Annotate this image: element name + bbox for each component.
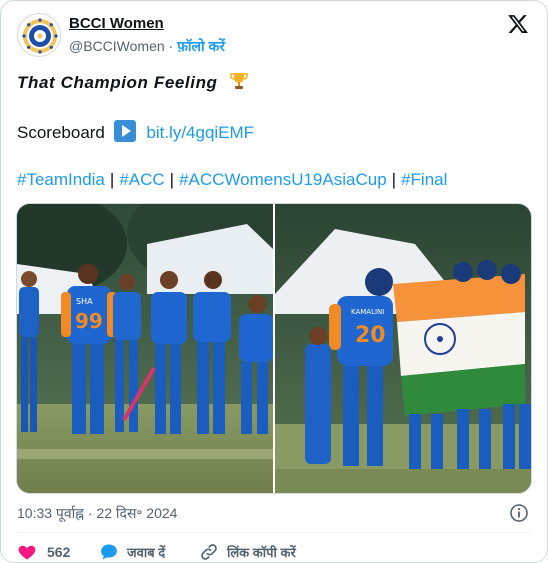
- like-count: 562: [47, 544, 71, 560]
- hashtag-separator: |: [391, 170, 397, 189]
- hashtag-accwomensu19asiacup[interactable]: #ACCWomensU19AsiaCup: [179, 170, 387, 189]
- link-icon: [201, 544, 217, 560]
- trophy-icon: [229, 71, 249, 96]
- post-time: 10:33 पूर्वाह्न: [17, 505, 84, 521]
- hashtag-line: #TeamIndia | #ACC | #ACCWomensU19AsiaCup | #Fi…: [17, 170, 447, 190]
- x-logo-icon[interactable]: [507, 13, 529, 35]
- actions-divider: [17, 532, 531, 533]
- hashtag-final[interactable]: #Final: [401, 170, 447, 189]
- jersey-name-right: KAMALINI: [351, 308, 384, 316]
- play-icon: [113, 120, 136, 142]
- scoreboard-label: Scoreboard: [17, 123, 105, 142]
- hashtag-acc[interactable]: #ACC: [119, 170, 164, 189]
- action-bar: 562 जवाब दें लिंक कॉपी करें: [17, 541, 531, 562]
- like-button[interactable]: 562: [17, 541, 71, 562]
- jersey-name-left: SHA: [76, 297, 93, 306]
- team-celebration-photo[interactable]: SHA 99: [17, 204, 273, 493]
- handle-separator: ·: [168, 38, 174, 54]
- hashtag-teamindia[interactable]: #TeamIndia: [17, 170, 105, 189]
- bcci-logo-icon[interactable]: [17, 13, 61, 57]
- copy-link-button[interactable]: लिंक कॉपी करें: [199, 541, 296, 562]
- author-subline: @BCCIWomen · फ़ॉलो करें: [69, 37, 225, 56]
- scoreboard-link[interactable]: bit.ly/4gqiEMF: [146, 123, 254, 142]
- reply-bubble-icon: [101, 544, 117, 560]
- reply-label: जवाब दें: [127, 545, 166, 560]
- media-grid: SHA 99 KAMALINI 20: [16, 203, 532, 494]
- jersey-number-left: 99: [75, 309, 103, 333]
- post-timestamp[interactable]: 10:33 पूर्वाह्न · 22 दिस॰ 2024: [17, 504, 177, 523]
- follow-button[interactable]: फ़ॉलो करें: [177, 38, 225, 54]
- scoreboard-line: Scoreboard bit.ly/4gqiEMF: [17, 120, 254, 143]
- heart-icon: [18, 545, 36, 560]
- flag-celebration-photo[interactable]: KAMALINI 20: [275, 204, 531, 493]
- hashtag-separator: |: [169, 170, 175, 189]
- tweet-header: BCCI Women @BCCIWomen · फ़ॉलो करें: [17, 13, 531, 57]
- post-date: 22 दिस॰ 2024: [96, 505, 178, 521]
- author-block: BCCI Women @BCCIWomen · फ़ॉलो करें: [69, 15, 225, 56]
- jersey-number-right: 20: [355, 323, 386, 348]
- author-name[interactable]: BCCI Women: [69, 15, 225, 32]
- info-icon[interactable]: [509, 503, 529, 523]
- tweet-card: BCCI Women @BCCIWomen · फ़ॉलो करें That …: [0, 0, 548, 563]
- meta-dot: ·: [87, 505, 93, 521]
- post-title-text: That Champion Feeling: [17, 73, 218, 92]
- copy-link-label: लिंक कॉपी करें: [227, 545, 296, 560]
- post-title: That Champion Feeling: [17, 71, 249, 96]
- reply-button[interactable]: जवाब दें: [99, 541, 166, 562]
- author-handle[interactable]: @BCCIWomen: [69, 38, 165, 54]
- hashtag-separator: |: [109, 170, 115, 189]
